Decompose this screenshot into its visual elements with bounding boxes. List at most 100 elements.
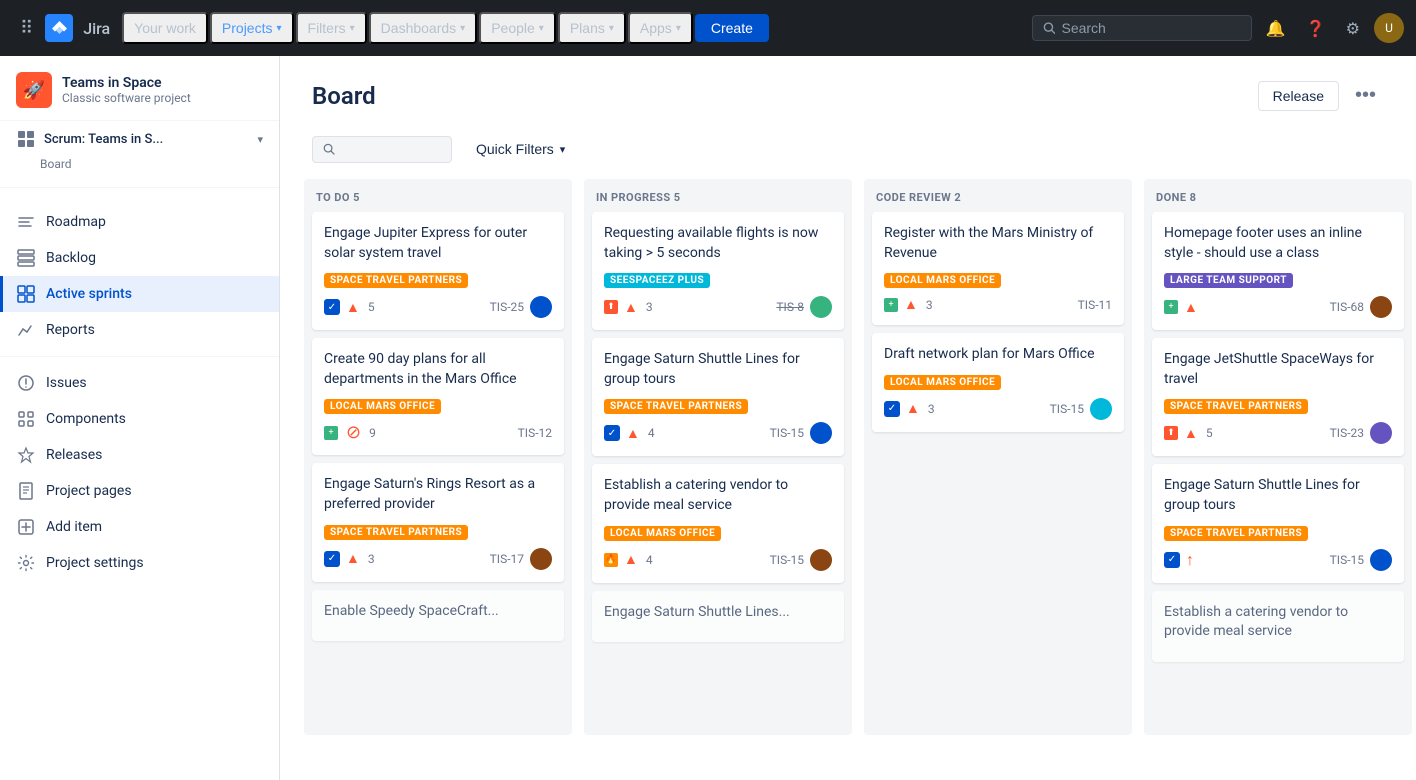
card-count: 5 xyxy=(368,300,375,314)
column-code-review-header: CODE REVIEW 2 xyxy=(864,179,1132,212)
sidebar-item-active-sprints[interactable]: Active sprints xyxy=(0,276,279,312)
sidebar-item-components[interactable]: Components xyxy=(0,401,279,437)
more-options-button[interactable]: ••• xyxy=(1347,80,1384,111)
topnav-people[interactable]: People ▾ xyxy=(479,12,556,44)
sidebar-item-roadmap[interactable]: Roadmap xyxy=(0,204,279,240)
avatar xyxy=(1090,398,1112,420)
table-row[interactable]: Register with the Mars Ministry of Reven… xyxy=(872,212,1124,325)
card-label: LOCAL MARS OFFICE xyxy=(884,273,1001,288)
search-box[interactable] xyxy=(1032,15,1252,41)
story-icon: + xyxy=(324,426,338,440)
board-search-input[interactable] xyxy=(341,142,441,157)
table-row[interactable]: Engage JetShuttle SpaceWays for travel S… xyxy=(1152,338,1404,456)
card-checkbox: ✓ xyxy=(884,401,900,417)
avatar xyxy=(1370,296,1392,318)
releases-icon xyxy=(16,445,36,465)
topnav-apps[interactable]: Apps ▾ xyxy=(628,12,693,44)
priority-icon: ▲ xyxy=(626,425,640,442)
user-avatar[interactable]: U xyxy=(1374,13,1404,43)
avatar xyxy=(1370,422,1392,444)
table-row[interactable]: Engage Saturn Shuttle Lines... xyxy=(592,591,844,643)
sidebar-divider-1 xyxy=(0,187,279,188)
card-title: Create 90 day plans for all departments … xyxy=(324,350,552,389)
card-count: 3 xyxy=(926,298,933,312)
table-row[interactable]: Engage Jupiter Express for outer solar s… xyxy=(312,212,564,330)
table-row[interactable]: Draft network plan for Mars Office LOCAL… xyxy=(872,333,1124,432)
dropdown-chevron-icon: ▾ xyxy=(257,133,263,146)
topnav-plans[interactable]: Plans ▾ xyxy=(558,12,626,44)
priority-icon: ▲ xyxy=(346,550,360,567)
board-icon xyxy=(16,129,36,149)
table-row[interactable]: Homepage footer uses an inline style - s… xyxy=(1152,212,1404,330)
sidebar-item-add-item[interactable]: Add item xyxy=(0,509,279,545)
board-search-box[interactable] xyxy=(312,136,452,163)
sidebar-item-issues[interactable]: Issues xyxy=(0,365,279,401)
sidebar-item-sprints-label: Active sprints xyxy=(46,286,132,302)
search-input[interactable] xyxy=(1061,20,1240,36)
help-icon[interactable]: ❓ xyxy=(1300,13,1332,44)
topnav-projects[interactable]: Projects ▾ xyxy=(210,12,294,44)
card-title: Register with the Mars Ministry of Reven… xyxy=(884,224,1112,263)
card-label: SPACE TRAVEL PARTNERS xyxy=(1164,526,1308,541)
sidebar-item-reports[interactable]: Reports xyxy=(0,312,279,348)
sidebar-item-project-settings[interactable]: Project settings xyxy=(0,545,279,581)
card-checkbox: ✓ xyxy=(1164,552,1180,568)
card-footer: ✓ ▲ 5 TIS-25 xyxy=(324,296,552,318)
projects-chevron-icon: ▾ xyxy=(276,23,281,34)
sidebar-item-project-pages[interactable]: Project pages xyxy=(0,473,279,509)
create-button[interactable]: Create xyxy=(695,14,769,42)
table-row[interactable]: Establish a catering vendor to provide m… xyxy=(1152,591,1404,662)
card-count: 4 xyxy=(646,553,653,567)
topnav-your-work[interactable]: Your work xyxy=(122,12,208,44)
apps-chevron-icon: ▾ xyxy=(676,23,681,34)
table-row[interactable]: Requesting available flights is now taki… xyxy=(592,212,844,330)
avatar xyxy=(1370,549,1392,571)
jira-logo[interactable]: Jira xyxy=(45,14,110,42)
release-button[interactable]: Release xyxy=(1258,81,1339,111)
card-footer: ✓ ▲ 3 TIS-15 xyxy=(884,398,1112,420)
sidebar-item-roadmap-label: Roadmap xyxy=(46,214,106,230)
table-row[interactable]: Establish a catering vendor to provide m… xyxy=(592,464,844,582)
scrum-label: Scrum: Teams in S... xyxy=(44,132,249,147)
search-icon xyxy=(1043,21,1056,35)
app-grid-icon[interactable]: ⠿ xyxy=(12,10,41,47)
sidebar-item-pages-label: Project pages xyxy=(46,483,132,499)
content-header: Board Release ••• xyxy=(280,56,1416,127)
card-count: 4 xyxy=(648,426,655,440)
card-title: Enable Speedy SpaceCraft... xyxy=(324,602,552,622)
table-row[interactable]: Engage Saturn Shuttle Lines for group to… xyxy=(592,338,844,456)
backlog-icon xyxy=(16,248,36,268)
gear-icon xyxy=(16,553,36,573)
sidebar-item-add-label: Add item xyxy=(46,519,102,535)
sidebar-item-issues-label: Issues xyxy=(46,375,87,391)
card-footer: 🔥 ▲ 4 TIS-15 xyxy=(604,549,832,571)
table-row[interactable]: Enable Speedy SpaceCraft... xyxy=(312,590,564,642)
settings-icon[interactable]: ⚙ xyxy=(1340,13,1366,44)
card-checkbox: ✓ xyxy=(324,299,340,315)
sidebar-item-backlog[interactable]: Backlog xyxy=(0,240,279,276)
project-info: Teams in Space Classic software project xyxy=(62,75,263,105)
table-row[interactable]: Engage Saturn Shuttle Lines for group to… xyxy=(1152,464,1404,582)
quick-filters-button[interactable]: Quick Filters ▾ xyxy=(464,135,577,163)
topnav-dashboards[interactable]: Dashboards ▾ xyxy=(369,12,478,44)
people-chevron-icon: ▾ xyxy=(539,23,544,34)
topnav-filters[interactable]: Filters ▾ xyxy=(296,12,367,44)
card-count: 3 xyxy=(646,300,653,314)
table-row[interactable]: Create 90 day plans for all departments … xyxy=(312,338,564,455)
sidebar-item-releases[interactable]: Releases xyxy=(0,437,279,473)
card-title: Engage JetShuttle SpaceWays for travel xyxy=(1164,350,1392,389)
card-footer: ⬆ ▲ 5 TIS-23 xyxy=(1164,422,1392,444)
card-id: TIS-68 xyxy=(1330,300,1364,314)
notifications-icon[interactable]: 🔔 xyxy=(1260,13,1292,44)
card-id: TIS-12 xyxy=(518,426,552,440)
arrow-up-icon: ↑ xyxy=(1186,550,1194,570)
board-search-icon xyxy=(323,142,335,156)
reports-icon xyxy=(16,320,36,340)
sidebar-scrum-dropdown[interactable]: Scrum: Teams in S... ▾ xyxy=(0,121,279,157)
column-todo: TO DO 5 Engage Jupiter Express for outer… xyxy=(304,179,572,735)
card-footer: + ▲ TIS-68 xyxy=(1164,296,1392,318)
table-row[interactable]: Engage Saturn's Rings Resort as a prefer… xyxy=(312,463,564,581)
card-label: LOCAL MARS OFFICE xyxy=(884,375,1001,390)
card-id: TIS-15 xyxy=(770,426,804,440)
card-label: SPACE TRAVEL PARTNERS xyxy=(324,525,468,540)
